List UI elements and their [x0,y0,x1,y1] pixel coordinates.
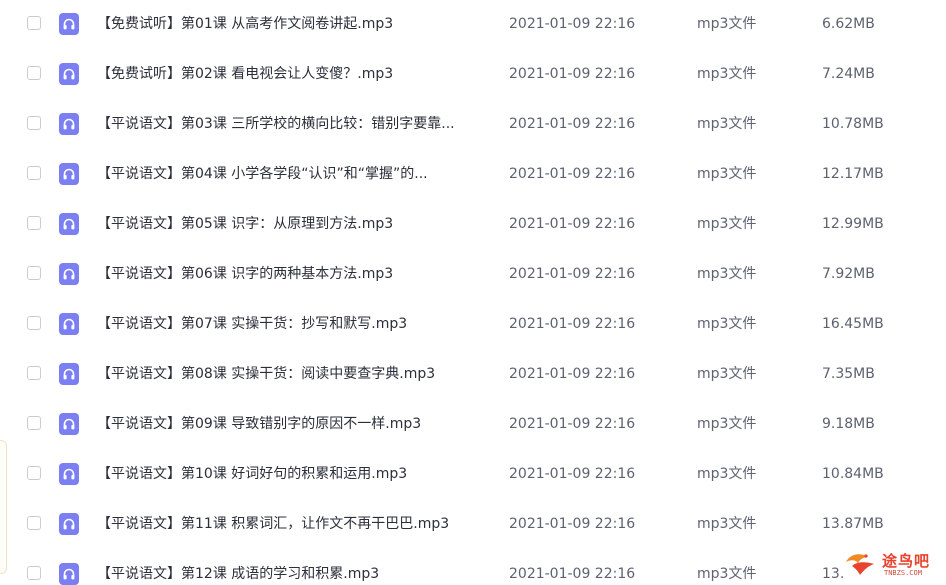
headphones-icon [59,313,79,335]
watermark-logo: 途鸟吧 TNBZS.COM [842,546,942,582]
row-checkbox[interactable] [27,366,41,380]
file-name[interactable]: 【平说语文】第06课 识字的两种基本方法.mp3 [97,250,487,298]
file-type: mp3文件 [697,66,757,82]
headphones-icon [59,163,79,185]
file-modified-date: 2021-01-09 22:16 [509,516,636,532]
file-type: mp3文件 [697,366,757,382]
file-modified-date: 2021-01-09 22:16 [509,16,636,32]
row-checkbox[interactable] [27,516,41,530]
file-modified-date: 2021-01-09 22:16 [509,366,636,382]
row-checkbox[interactable] [27,116,41,130]
headphones-icon [59,263,79,285]
headphones-icon [59,213,79,235]
file-type: mp3文件 [697,116,757,132]
file-row[interactable]: 【免费试听】第01课 从高考作文阅卷讲起.mp3 2021-01-09 22:1… [0,0,946,50]
file-row[interactable]: 【平说语文】第08课 实操干货：阅读中要查字典.mp3 2021-01-09 2… [0,350,946,400]
file-name[interactable]: 【免费试听】第01课 从高考作文阅卷讲起.mp3 [97,0,487,48]
row-checkbox[interactable] [27,316,41,330]
file-row[interactable]: 【平说语文】第11课 积累词汇，让作文不再干巴巴.mp3 2021-01-09 … [0,500,946,550]
file-row[interactable]: 【平说语文】第09课 导致错别字的原因不一样.mp3 2021-01-09 22… [0,400,946,450]
file-modified-date: 2021-01-09 22:16 [509,216,636,232]
file-size: 12.17MB [822,166,884,182]
file-name[interactable]: 【平说语文】第05课 识字：从原理到方法.mp3 [97,200,487,248]
file-list: 【免费试听】第01课 从高考作文阅卷讲起.mp3 2021-01-09 22:1… [0,0,946,585]
file-size: 16.45MB [822,316,884,332]
file-name[interactable]: 【平说语文】第07课 实操干货：抄写和默写.mp3 [97,300,487,348]
headphones-icon [59,413,79,435]
row-checkbox[interactable] [27,266,41,280]
file-type: mp3文件 [697,216,757,232]
file-size: 7.35MB [822,366,875,382]
row-checkbox[interactable] [27,66,41,80]
file-type: mp3文件 [697,466,757,482]
headphones-icon [59,563,79,585]
file-name[interactable]: 【平说语文】第09课 导致错别字的原因不一样.mp3 [97,400,487,448]
file-modified-date: 2021-01-09 22:16 [509,566,636,582]
file-modified-date: 2021-01-09 22:16 [509,466,636,482]
file-size: 10.78MB [822,116,884,132]
file-modified-date: 2021-01-09 22:16 [509,416,636,432]
file-size: 12.99MB [822,216,884,232]
headphones-icon [59,463,79,485]
row-checkbox[interactable] [27,216,41,230]
file-size: 13.87MB [822,516,884,532]
file-modified-date: 2021-01-09 22:16 [509,166,636,182]
file-row[interactable]: 【平说语文】第06课 识字的两种基本方法.mp3 2021-01-09 22:1… [0,250,946,300]
file-row[interactable]: 【平说语文】第03课 三所学校的横向比较：错别字要靠... 2021-01-09… [0,100,946,150]
row-checkbox[interactable] [27,16,41,30]
file-row[interactable]: 【平说语文】第07课 实操干货：抄写和默写.mp3 2021-01-09 22:… [0,300,946,350]
row-checkbox[interactable] [27,466,41,480]
file-row[interactable]: 【平说语文】第10课 好词好句的积累和运用.mp3 2021-01-09 22:… [0,450,946,500]
bird-logo-icon [846,554,874,575]
file-size: 10.84MB [822,466,884,482]
row-checkbox[interactable] [27,166,41,180]
headphones-icon [59,363,79,385]
file-name[interactable]: 【平说语文】第10课 好词好句的积累和运用.mp3 [97,450,487,498]
row-checkbox[interactable] [27,566,41,580]
file-list-page: 【免费试听】第01课 从高考作文阅卷讲起.mp3 2021-01-09 22:1… [0,0,946,585]
file-row[interactable]: 【平说语文】第04课 小学各学段“认识”和“掌握”的... 2021-01-09… [0,150,946,200]
headphones-icon [59,63,79,85]
file-name[interactable]: 【平说语文】第12课 成语的学习和积累.mp3 [97,550,487,585]
file-type: mp3文件 [697,16,757,32]
file-size: 7.24MB [822,66,875,82]
headphones-icon [59,113,79,135]
file-name[interactable]: 【平说语文】第11课 积累词汇，让作文不再干巴巴.mp3 [97,500,487,548]
file-type: mp3文件 [697,316,757,332]
watermark-text: 途鸟吧 [882,552,931,570]
file-modified-date: 2021-01-09 22:16 [509,66,636,82]
watermark-sub: TNBZS.COM [884,569,922,577]
file-type: mp3文件 [697,416,757,432]
headphones-icon [59,13,79,35]
file-type: mp3文件 [697,266,757,282]
file-modified-date: 2021-01-09 22:16 [509,266,636,282]
row-checkbox[interactable] [27,416,41,430]
file-modified-date: 2021-01-09 22:16 [509,116,636,132]
file-type: mp3文件 [697,516,757,532]
file-name[interactable]: 【平说语文】第03课 三所学校的横向比较：错别字要靠... [97,100,487,148]
file-size: 9.18MB [822,416,875,432]
file-row[interactable]: 【平说语文】第05课 识字：从原理到方法.mp3 2021-01-09 22:1… [0,200,946,250]
headphones-icon [59,513,79,535]
file-type: mp3文件 [697,566,757,582]
file-name[interactable]: 【平说语文】第04课 小学各学段“认识”和“掌握”的... [97,150,487,198]
file-name[interactable]: 【平说语文】第08课 实操干货：阅读中要查字典.mp3 [97,350,487,398]
file-size: 7.92MB [822,266,875,282]
file-size: 6.62MB [822,16,875,32]
file-type: mp3文件 [697,166,757,182]
file-row[interactable]: 【平说语文】第12课 成语的学习和积累.mp3 2021-01-09 22:16… [0,550,946,585]
file-modified-date: 2021-01-09 22:16 [509,316,636,332]
file-row[interactable]: 【免费试听】第02课 看电视会让人变傻？.mp3 2021-01-09 22:1… [0,50,946,100]
file-name[interactable]: 【免费试听】第02课 看电视会让人变傻？.mp3 [97,50,487,98]
